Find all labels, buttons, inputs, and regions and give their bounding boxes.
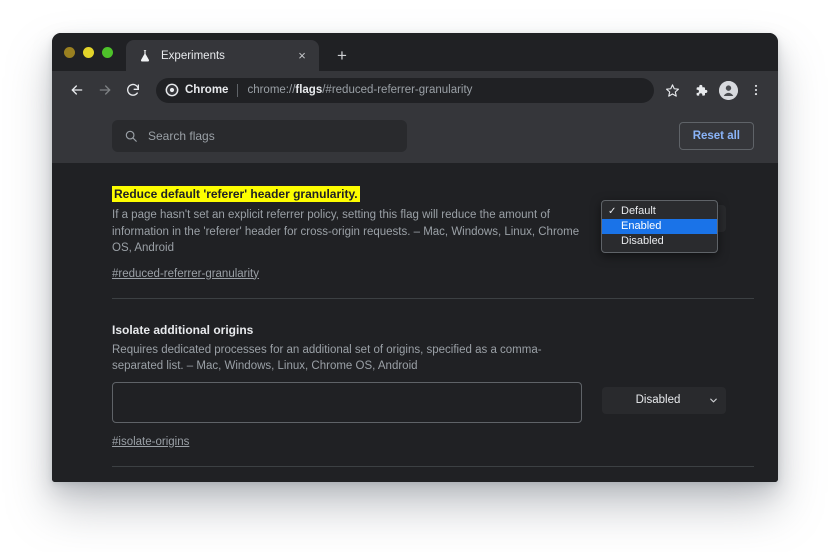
browser-toolbar: Chrome chrome://flags/#reduced-referrer-… bbox=[52, 71, 778, 109]
flag-description: Requires dedicated processes for an addi… bbox=[112, 343, 542, 373]
dropdown-option-label: Enabled bbox=[621, 220, 662, 232]
back-icon[interactable] bbox=[64, 77, 90, 103]
close-icon[interactable]: × bbox=[294, 48, 310, 64]
chrome-badge-label: Chrome bbox=[185, 84, 229, 96]
flag-select-value: Disabled bbox=[635, 394, 681, 406]
flags-list: Reduce default 'referer' header granular… bbox=[52, 163, 778, 482]
tab-title: Experiments bbox=[161, 49, 225, 62]
chrome-logo-icon bbox=[165, 83, 179, 97]
flag-title-wrap: Reduce default 'referer' header granular… bbox=[112, 185, 582, 207]
extensions-puzzle-icon[interactable] bbox=[688, 78, 712, 102]
maximize-window-button[interactable] bbox=[102, 47, 113, 58]
dropdown-option-enabled[interactable]: Enabled bbox=[602, 219, 717, 234]
omnibox-url: chrome://flags/#reduced-referrer-granula… bbox=[247, 84, 473, 96]
dropdown-option-label: Default bbox=[621, 205, 656, 217]
flag-title: Isolate additional origins bbox=[112, 322, 254, 337]
chrome-origin-badge: Chrome bbox=[165, 83, 228, 97]
flag-permalink[interactable]: #isolate-origins bbox=[112, 436, 189, 448]
profile-avatar[interactable] bbox=[716, 78, 740, 102]
flag-info: Isolate additional origins Requires dedi… bbox=[112, 321, 602, 450]
flask-icon bbox=[137, 48, 152, 63]
flag-entry-reduced-referrer-granularity: Reduce default 'referer' header granular… bbox=[112, 163, 754, 282]
omnibox-separator bbox=[237, 83, 239, 97]
reload-icon[interactable] bbox=[120, 77, 146, 103]
flag-entry-isolate-origins: Isolate additional origins Requires dedi… bbox=[112, 299, 754, 450]
check-icon: ✓ bbox=[608, 206, 617, 217]
flag-title-wrap: Isolate additional origins bbox=[112, 321, 582, 342]
tab-strip: Experiments × + bbox=[52, 33, 778, 71]
flag-info: Reduce default 'referer' header granular… bbox=[112, 185, 602, 282]
minimize-window-button[interactable] bbox=[83, 47, 94, 58]
browser-window: Experiments × + Chrome chrome://flags/#r… bbox=[52, 33, 778, 482]
chevron-down-icon bbox=[704, 395, 722, 406]
search-placeholder: Search flags bbox=[148, 129, 215, 143]
close-window-button[interactable] bbox=[64, 47, 75, 58]
toolbar-actions bbox=[660, 78, 768, 102]
search-icon bbox=[124, 129, 138, 143]
flag-title: Reduce default 'referer' header granular… bbox=[112, 186, 360, 202]
flag-control: Disabled bbox=[602, 321, 754, 450]
origins-textarea[interactable] bbox=[112, 381, 582, 423]
forward-icon[interactable] bbox=[92, 77, 118, 103]
flag-control: ✓ Default Enabled Disabled bbox=[601, 185, 754, 282]
dropdown-option-disabled[interactable]: Disabled bbox=[602, 234, 717, 249]
flag-select-dropdown[interactable]: ✓ Default Enabled Disabled bbox=[601, 200, 718, 253]
search-input[interactable]: Search flags bbox=[112, 120, 408, 152]
flag-description: If a page hasn't set an explicit referre… bbox=[112, 209, 580, 254]
browser-tab-experiments[interactable]: Experiments × bbox=[126, 40, 319, 71]
page-content: Search flags Reset all Reduce default 'r… bbox=[52, 109, 778, 482]
flag-select[interactable]: Disabled bbox=[602, 386, 726, 414]
window-controls bbox=[64, 47, 113, 58]
address-bar[interactable]: Chrome chrome://flags/#reduced-referrer-… bbox=[156, 77, 654, 103]
dropdown-option-default[interactable]: ✓ Default bbox=[602, 204, 717, 219]
new-tab-button[interactable]: + bbox=[329, 42, 355, 68]
dropdown-option-label: Disabled bbox=[621, 235, 664, 247]
flag-entry-disable-site-isolation: Disable site isolation Disables site iso… bbox=[112, 467, 754, 483]
flags-search-row: Search flags Reset all bbox=[52, 109, 778, 163]
bookmark-star-icon[interactable] bbox=[660, 78, 684, 102]
flag-select-wrap: ✓ Default Enabled Disabled bbox=[601, 200, 726, 253]
reset-all-button[interactable]: Reset all bbox=[678, 122, 754, 150]
flag-permalink[interactable]: #reduced-referrer-granularity bbox=[112, 268, 259, 280]
more-menu-icon[interactable] bbox=[744, 78, 768, 102]
